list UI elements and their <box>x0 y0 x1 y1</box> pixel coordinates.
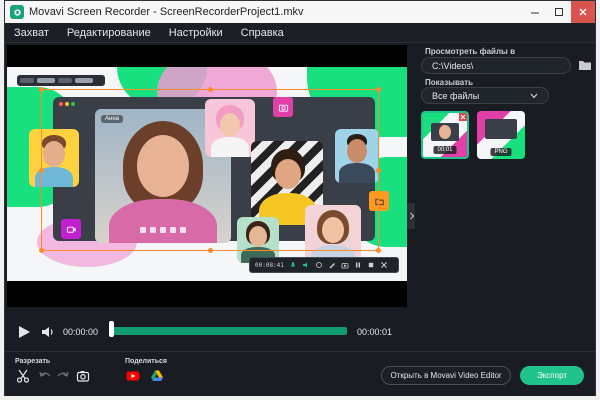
save-path-value: C:\Videos\ <box>432 60 474 71</box>
minimize-button[interactable] <box>523 1 547 23</box>
bottom-bar: Разрезать Поделиться Открыть в Movavi Vi… <box>5 351 595 396</box>
snapshot-button[interactable] <box>75 368 91 384</box>
thumbnail-type: PNG <box>490 148 512 156</box>
menu-settings[interactable]: Настройки <box>160 27 232 39</box>
chevron-down-icon <box>530 93 538 98</box>
timeline-track[interactable] <box>111 327 347 335</box>
undo-button[interactable] <box>37 368 53 384</box>
playback-bar: 00:00:00 00:00:01 <box>7 317 407 347</box>
redo-button[interactable] <box>55 368 71 384</box>
save-path-field[interactable]: C:\Videos\ <box>421 57 571 74</box>
recording-area-frame[interactable] <box>39 87 381 253</box>
export-button[interactable]: Экспорт <box>520 366 584 385</box>
undo-icon <box>39 371 51 377</box>
recording-thumbnail-image[interactable]: PNG <box>477 111 525 159</box>
youtube-icon <box>126 371 140 381</box>
resize-handle-ml[interactable] <box>39 168 44 173</box>
menu-bar: Захват Редактирование Настройки Справка <box>5 23 595 43</box>
menu-capture[interactable]: Захват <box>5 27 58 39</box>
camera-icon <box>76 371 90 382</box>
play-icon[interactable] <box>17 325 31 339</box>
resize-handle-br[interactable] <box>376 248 381 253</box>
window-controls <box>523 1 595 23</box>
speaker-icon[interactable] <box>41 325 55 339</box>
mic-icon <box>289 261 297 269</box>
resize-handle-tl[interactable] <box>39 87 44 92</box>
files-panel: Просмотреть файлы в C:\Videos\ Показыват… <box>415 45 595 349</box>
current-time: 00:00:00 <box>63 327 99 337</box>
file-filter-value: Все файлы <box>432 90 480 101</box>
resize-handle-bl[interactable] <box>39 248 44 253</box>
draw-icon <box>328 261 336 269</box>
open-folder-button[interactable] <box>578 58 592 72</box>
title-bar: Movavi Screen Recorder - ScreenRecorderP… <box>5 1 595 23</box>
mini-settings-bar <box>17 75 105 86</box>
webcam-icon <box>315 261 323 269</box>
timeline-scrubber[interactable] <box>109 321 114 337</box>
total-time: 00:00:01 <box>357 327 393 337</box>
screenshot-icon <box>341 261 349 269</box>
redo-icon <box>57 371 69 377</box>
cut-button[interactable] <box>15 368 31 384</box>
menu-help[interactable]: Справка <box>232 27 293 39</box>
delete-thumbnail-button[interactable] <box>459 113 467 121</box>
pause-icon <box>354 261 362 269</box>
file-filter-select[interactable]: Все файлы <box>421 87 549 104</box>
maximize-button[interactable] <box>547 1 571 23</box>
view-files-label: Просмотреть файлы в <box>425 47 515 56</box>
thumbnail-duration: 00:01 <box>433 146 457 154</box>
app-window: Movavi Screen Recorder - ScreenRecorderP… <box>4 0 596 396</box>
stop-icon <box>367 261 375 269</box>
scissors-icon <box>16 369 30 383</box>
share-label: Поделиться <box>125 358 168 365</box>
resize-handle-tm[interactable] <box>208 87 213 92</box>
youtube-button[interactable] <box>125 368 141 384</box>
google-drive-icon <box>151 370 163 381</box>
cut-label: Разрезать <box>15 358 51 365</box>
speaker-icon <box>302 261 310 269</box>
recording-time: 00:08:41 <box>255 261 284 269</box>
close-button[interactable] <box>571 1 595 23</box>
open-in-video-editor-button[interactable]: Открыть в Movavi Video Editor <box>381 366 511 385</box>
window-title: Movavi Screen Recorder - ScreenRecorderP… <box>29 6 304 18</box>
preview-frame: Анна 00:08:41 <box>7 67 407 281</box>
recording-toolbar: 00:08:41 <box>249 257 399 273</box>
cancel-icon <box>380 261 388 269</box>
video-preview[interactable]: Анна 00:08:41 <box>7 45 407 307</box>
recording-thumbnail-video[interactable]: 00:01 <box>421 111 469 159</box>
resize-handle-mr[interactable] <box>376 168 381 173</box>
resize-handle-bm[interactable] <box>208 248 213 253</box>
resize-handle-tr[interactable] <box>376 87 381 92</box>
show-label: Показывать <box>425 78 474 87</box>
folder-icon <box>579 61 591 70</box>
google-drive-button[interactable] <box>149 368 165 384</box>
app-icon <box>10 5 24 19</box>
menu-edit[interactable]: Редактирование <box>58 27 160 39</box>
